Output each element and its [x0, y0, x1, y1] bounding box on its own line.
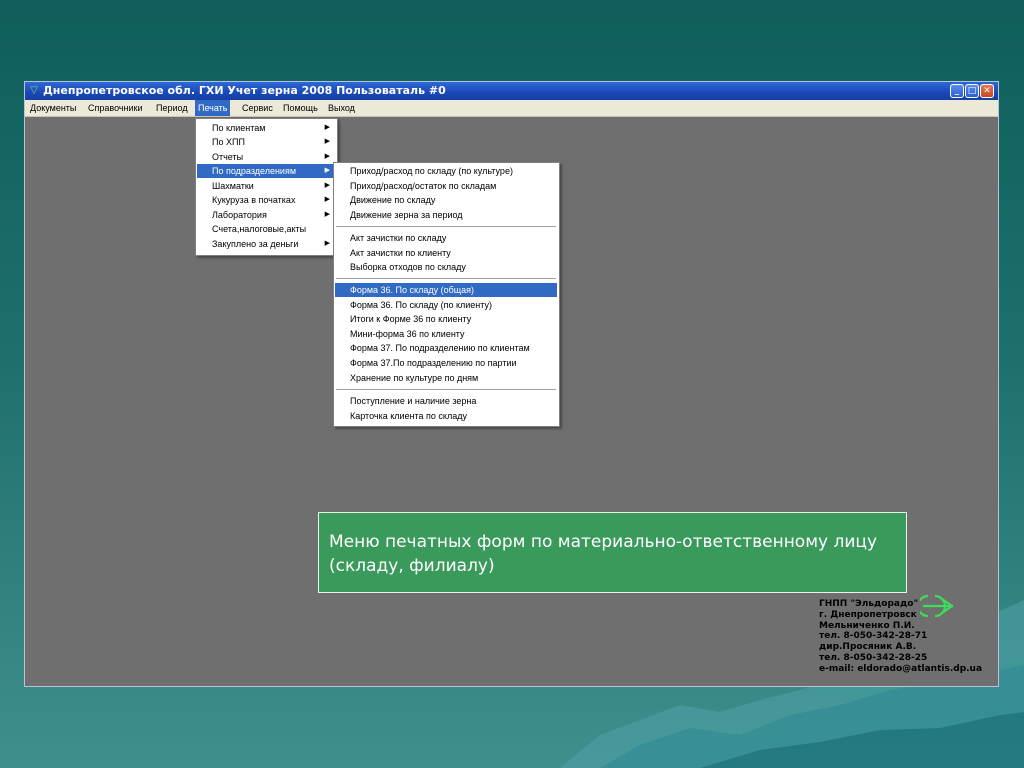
submenu-item[interactable]: Форма 37.По подразделению по партии	[335, 356, 557, 370]
submenu-item[interactable]: Форма 37. По подразделению по клиентам	[335, 341, 557, 355]
submenu-arrow-icon: ▶	[324, 240, 330, 247]
submenu-item-form36-general[interactable]: Форма 36. По складу (общая)	[335, 283, 557, 297]
menu-item-by-subdivisions[interactable]: По подразделениям ▶	[197, 164, 335, 178]
menu-exit[interactable]: Выход	[325, 100, 358, 116]
menu-item-label: Лаборатория	[212, 210, 267, 220]
minimize-button[interactable]: _	[950, 84, 964, 98]
menu-item-label: Отчеты	[212, 152, 244, 162]
submenu-item[interactable]: Акт зачистки по клиенту	[335, 246, 557, 260]
submenu-arrow-icon: ▶	[324, 167, 330, 174]
menu-documents[interactable]: Документы	[27, 100, 79, 116]
menu-item-laboratory[interactable]: Лаборатория ▶	[197, 208, 335, 222]
eldorado-logo-icon	[920, 594, 954, 618]
caption-box: Меню печатных форм по материально-ответс…	[318, 512, 907, 593]
submenu-item[interactable]: Мини-форма 36 по клиенту	[335, 327, 557, 341]
contact-person: Мельниченко П.И.	[819, 620, 915, 631]
menu-item-label: Шахматки	[212, 181, 254, 191]
submenu-arrow-icon: ▶	[324, 138, 330, 145]
submenu-item[interactable]: Движение зерна за период	[335, 208, 557, 222]
submenu-arrow-icon: ▶	[324, 182, 330, 189]
submenu-arrow-icon: ▶	[324, 153, 330, 160]
menu-item-label: Закуплено за деньги	[212, 239, 299, 249]
menu-separator	[336, 278, 556, 279]
menu-separator	[336, 389, 556, 390]
contact-company: ГНПП "Эльдорадо"	[819, 599, 919, 609]
menu-service[interactable]: Сервис	[239, 100, 276, 116]
submenu-item[interactable]: Поступление и наличие зерна	[335, 394, 557, 408]
menu-period[interactable]: Период	[153, 100, 191, 116]
contact-block: ГНПП "Эльдорадо" г. Днепропетровск Мельн…	[819, 599, 999, 675]
contact-director: дир.Просяник А.В.	[819, 642, 917, 653]
submenu-item[interactable]: Выборка отходов по складу	[335, 260, 557, 274]
menu-item-reports[interactable]: Отчеты ▶	[197, 150, 335, 164]
menu-item-by-hpp[interactable]: По ХПП ▶	[197, 135, 335, 149]
app-window: ▽ Днепропетровское обл. ГХИ Учет зерна 2…	[25, 82, 998, 686]
menu-item-label: По ХПП	[212, 137, 245, 147]
menu-item-label: Кукуруза в початках	[212, 195, 296, 205]
caption-text: Меню печатных форм по материально-ответс…	[329, 532, 878, 576]
window-title: Днепропетровское обл. ГХИ Учет зерна 200…	[43, 84, 446, 97]
title-bar: ▽ Днепропетровское обл. ГХИ Учет зерна 2…	[25, 82, 998, 100]
menu-help[interactable]: Помощь	[280, 100, 321, 116]
subdivision-submenu: Приход/расход по складу (по культуре) Пр…	[333, 162, 560, 427]
submenu-item[interactable]: Карточка клиента по складу	[335, 409, 557, 423]
print-dropdown: По клиентам ▶ По ХПП ▶ Отчеты ▶ По подра…	[195, 118, 338, 256]
menu-item-label: По клиентам	[212, 123, 266, 133]
submenu-arrow-icon: ▶	[324, 196, 330, 203]
maximize-button[interactable]: □	[965, 84, 979, 98]
submenu-arrow-icon: ▶	[324, 211, 330, 218]
submenu-item[interactable]: Акт зачистки по складу	[335, 231, 557, 245]
menu-item-chess[interactable]: Шахматки ▶	[197, 179, 335, 193]
menu-bar: Документы Справочники Период Печать Серв…	[25, 100, 998, 117]
contact-email: e-mail: eldorado@atlantis.dp.ua	[819, 663, 983, 674]
submenu-item[interactable]: Форма 36. По складу (по клиенту)	[335, 298, 557, 312]
submenu-item[interactable]: Приход/расход по складу (по культуре)	[335, 164, 557, 178]
contact-city: г. Днепропетровск	[819, 609, 917, 620]
menu-item-bought-for-money[interactable]: Закуплено за деньги ▶	[197, 237, 335, 251]
menu-item-label: Счета,налоговые,акты	[212, 224, 307, 234]
menu-item-by-clients[interactable]: По клиентам ▶	[197, 121, 335, 135]
menu-item-corn-cobs[interactable]: Кукуруза в початках ▶	[197, 193, 335, 207]
submenu-item[interactable]: Хранение по культуре по дням	[335, 371, 557, 385]
menu-separator	[336, 226, 556, 227]
submenu-item[interactable]: Приход/расход/остаток по складам	[335, 179, 557, 193]
menu-item-label: По подразделениям	[212, 166, 297, 176]
menu-references[interactable]: Справочники	[85, 100, 146, 116]
app-icon: ▽	[30, 85, 38, 96]
menu-print[interactable]: Печать	[195, 100, 231, 116]
contact-phone-director: тел. 8-050-342-28-25	[819, 652, 928, 663]
contact-phone: тел. 8-050-342-28-71	[819, 631, 928, 642]
submenu-item[interactable]: Итоги к Форме 36 по клиенту	[335, 312, 557, 326]
close-button[interactable]: ✕	[980, 84, 994, 98]
submenu-item[interactable]: Движение по складу	[335, 193, 557, 207]
submenu-arrow-icon: ▶	[324, 124, 330, 131]
menu-item-invoices[interactable]: Счета,налоговые,акты	[197, 222, 335, 236]
